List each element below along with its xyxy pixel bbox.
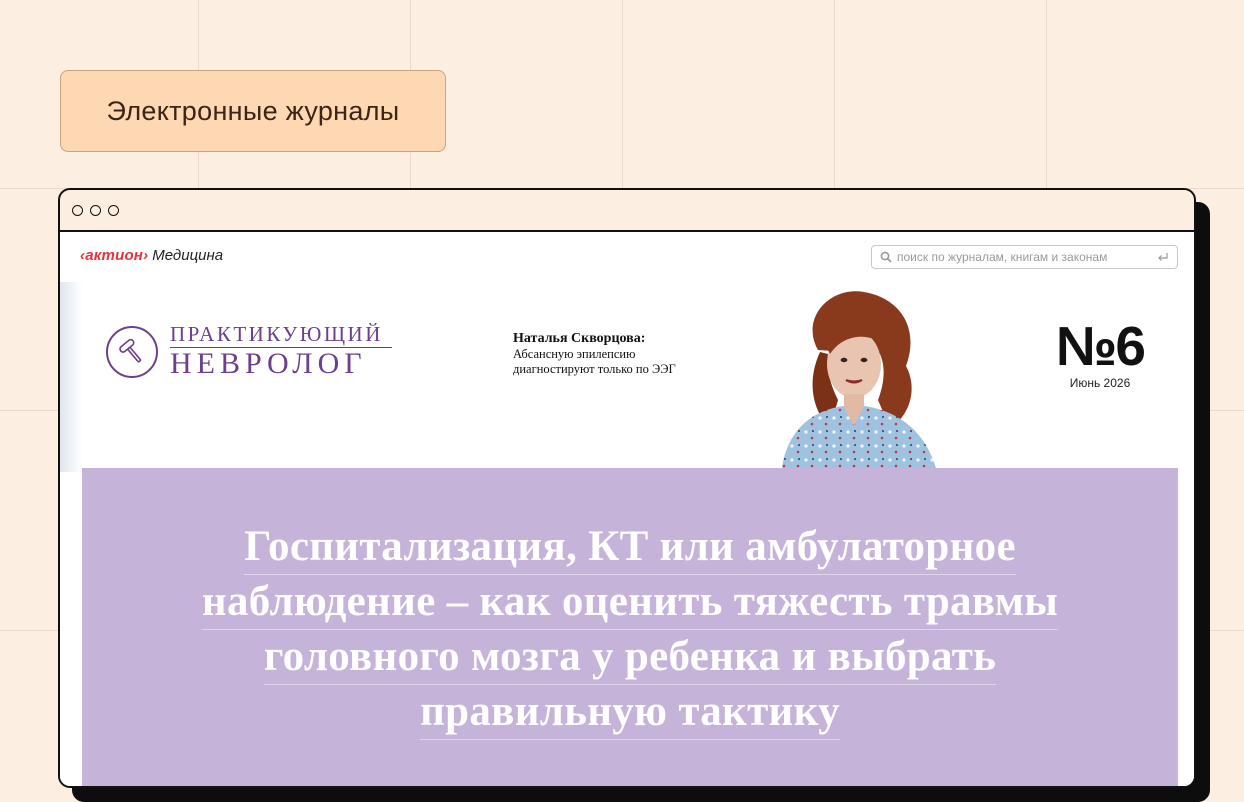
issue-date: Июнь 2026 bbox=[1069, 376, 1131, 390]
page-viewport: ‹актион› Медицина поиск по журналам, кни… bbox=[60, 232, 1194, 786]
window-maximize-dot[interactable] bbox=[108, 204, 119, 216]
category-button[interactable]: Электронные журналы bbox=[60, 70, 446, 152]
window-minimize-dot[interactable] bbox=[90, 204, 101, 216]
site-header: ‹актион› Медицина поиск по журналам, кни… bbox=[60, 232, 1194, 282]
brand-name: ‹актион› bbox=[80, 247, 149, 264]
headline-line: Госпитализация, КТ или амбулаторное bbox=[244, 520, 1016, 575]
teaser-author: Наталья Скворцова: bbox=[513, 331, 646, 346]
search-icon bbox=[880, 251, 892, 263]
journal-title: ПРАКТИКУЮЩИЙ НЕВРОЛОГ bbox=[170, 324, 392, 379]
teaser-line-1: Абсансную эпилепсию bbox=[513, 347, 636, 361]
headline-line: правильную тактику bbox=[420, 685, 840, 740]
issue-teaser[interactable]: Наталья Скворцова: Абсансную эпилепсию д… bbox=[513, 331, 676, 377]
teaser-line-2: диагностируют только по ЭЭГ bbox=[513, 362, 676, 376]
issue-badge: №6 Июнь 2026 bbox=[1045, 315, 1155, 391]
hero-headline: Госпитализация, КТ или амбулаторное набл… bbox=[82, 520, 1178, 740]
journal-logo[interactable]: ПРАКТИКУЮЩИЙ НЕВРОЛОГ bbox=[106, 324, 392, 379]
reflex-hammer-icon bbox=[106, 325, 158, 378]
journal-title-line1: ПРАКТИКУЮЩИЙ bbox=[170, 322, 383, 346]
enter-icon[interactable] bbox=[1157, 252, 1169, 262]
hero-banner[interactable]: Госпитализация, КТ или амбулаторное набл… bbox=[82, 468, 1178, 786]
author-photo bbox=[782, 291, 936, 468]
headline-line: наблюдение – как оценить тяжесть травмы bbox=[201, 575, 1059, 630]
journal-title-line2: НЕВРОЛОГ bbox=[170, 347, 367, 380]
search-input[interactable]: поиск по журналам, книгам и законам bbox=[897, 250, 1152, 264]
site-logo[interactable]: ‹актион› Медицина bbox=[80, 247, 223, 264]
brand-suffix: Медицина bbox=[152, 247, 224, 264]
headline-line: головного мозга у ребенка и выбрать bbox=[263, 630, 997, 685]
window-titlebar bbox=[60, 190, 1194, 232]
window-close-dot[interactable] bbox=[72, 204, 83, 216]
issue-number: №6 bbox=[1056, 315, 1146, 377]
browser-window: ‹актион› Медицина поиск по журналам, кни… bbox=[58, 188, 1196, 788]
category-button-label: Электронные журналы bbox=[106, 95, 400, 126]
search-box[interactable]: поиск по журналам, книгам и законам bbox=[871, 245, 1178, 269]
page-edge-shadow bbox=[60, 282, 82, 472]
